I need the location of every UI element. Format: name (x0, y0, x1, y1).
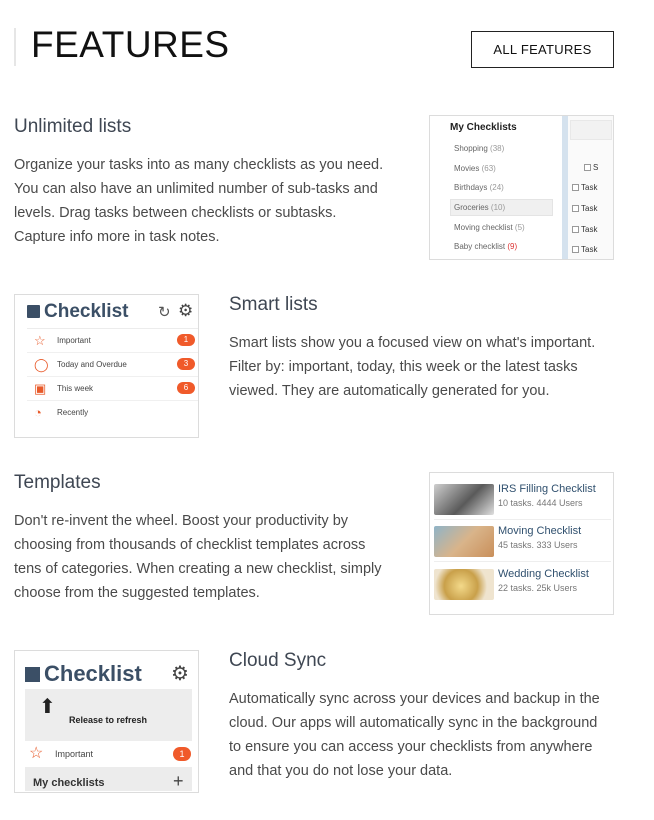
count-badge: 3 (177, 358, 195, 370)
clock-icon: ◯ (34, 357, 49, 372)
screenshot-smart-lists: Checklist ↻ ⚙ ☆ Important 1 ◯ Today and … (14, 294, 199, 438)
list-item: Groceries (10) (454, 203, 506, 212)
checklist-logo-icon (27, 305, 40, 318)
screenshot-my-checklists: My Checklists Shopping (38) Movies (63) … (429, 115, 614, 260)
page-title: FEATURES (31, 24, 230, 65)
task-row: Task (572, 204, 597, 213)
template-row: Moving Checklist 45 tasks. 333 Users (434, 522, 611, 562)
checkbox-icon (572, 205, 579, 212)
task-row: Task (572, 183, 597, 192)
pull-to-refresh: ⬆ Release to refresh (25, 689, 192, 741)
feature-title-unlimited-lists: Unlimited lists (14, 116, 132, 137)
header-accent-bar (14, 28, 16, 66)
list-item: Movies (63) (454, 164, 496, 173)
arrow-up-icon: ⬆ (39, 696, 56, 718)
feature-title-cloud-sync: Cloud Sync (229, 650, 327, 671)
plus-icon: + (173, 771, 184, 791)
feature-desc-unlimited-lists: Organize your tasks into as many checkli… (14, 157, 384, 245)
list-item: Birthdays (24) (454, 183, 504, 192)
refresh-icon: ↻ (158, 304, 171, 321)
count-badge: 1 (173, 747, 191, 761)
all-features-button[interactable]: ALL FEATURES (471, 31, 614, 68)
count-badge: 6 (177, 382, 195, 394)
checkbox-icon (572, 226, 579, 233)
feature-desc-templates: Don't re-invent the wheel. Boost your pr… (14, 513, 382, 601)
smart-list-row: ◔ Recently (34, 405, 89, 420)
checklist-logo-icon (25, 667, 40, 682)
my-checklists-heading: My Checklists (450, 122, 517, 133)
task-header-box (570, 120, 612, 140)
smart-list-row: ☆ Important 1 (25, 741, 192, 767)
star-icon: ☆ (34, 333, 46, 348)
my-checklists-bar: My checklists + (25, 767, 192, 791)
calculator-thumbnail-icon (434, 484, 494, 515)
list-item: Moving checklist (5) (454, 223, 525, 232)
task-row: Task (572, 245, 597, 254)
task-row: S (584, 163, 598, 172)
app-header: Checklist ↻ ⚙ (27, 301, 198, 329)
screenshot-cloud-sync: Checklist ⚙ ⬆ Release to refresh ☆ Impor… (14, 650, 199, 793)
task-row: Task (572, 225, 597, 234)
features-header: FEATURES ALL FEATURES (14, 22, 614, 68)
checkbox-icon (572, 184, 579, 191)
history-icon: ◔ (34, 405, 42, 420)
checkbox-icon (584, 164, 591, 171)
smart-list-row: ☆ Important 1 (27, 329, 198, 353)
moving-boxes-thumbnail-icon (434, 526, 494, 557)
feature-title-smart-lists: Smart lists (229, 294, 318, 315)
smart-list-row: ◯ Today and Overdue 3 (27, 353, 198, 377)
app-header: Checklist ⚙ (25, 661, 192, 689)
list-item: Baby checklist (9) (454, 242, 518, 251)
template-row: Wedding Checklist 22 tasks. 25k Users (434, 565, 611, 605)
count-badge: 1 (177, 334, 195, 346)
gear-icon: ⚙ (178, 301, 194, 320)
calendar-icon: ▣ (34, 381, 47, 396)
feature-desc-smart-lists: Smart lists show you a focused view on w… (229, 335, 596, 399)
app-title: Checklist (44, 661, 142, 686)
list-item: Shopping (38) (454, 144, 505, 153)
smart-list-row: ▣ This week 6 (27, 377, 198, 401)
feature-title-templates: Templates (14, 472, 101, 493)
wedding-rings-thumbnail-icon (434, 569, 494, 600)
app-title: Checklist (44, 301, 129, 322)
feature-desc-cloud-sync: Automatically sync across your devices a… (229, 691, 600, 779)
gear-icon: ⚙ (171, 663, 189, 685)
template-row: IRS Filling Checklist 10 tasks. 4444 Use… (434, 480, 611, 520)
star-icon: ☆ (29, 745, 44, 762)
screenshot-templates: IRS Filling Checklist 10 tasks. 4444 Use… (429, 472, 614, 615)
checkbox-icon (572, 246, 579, 253)
